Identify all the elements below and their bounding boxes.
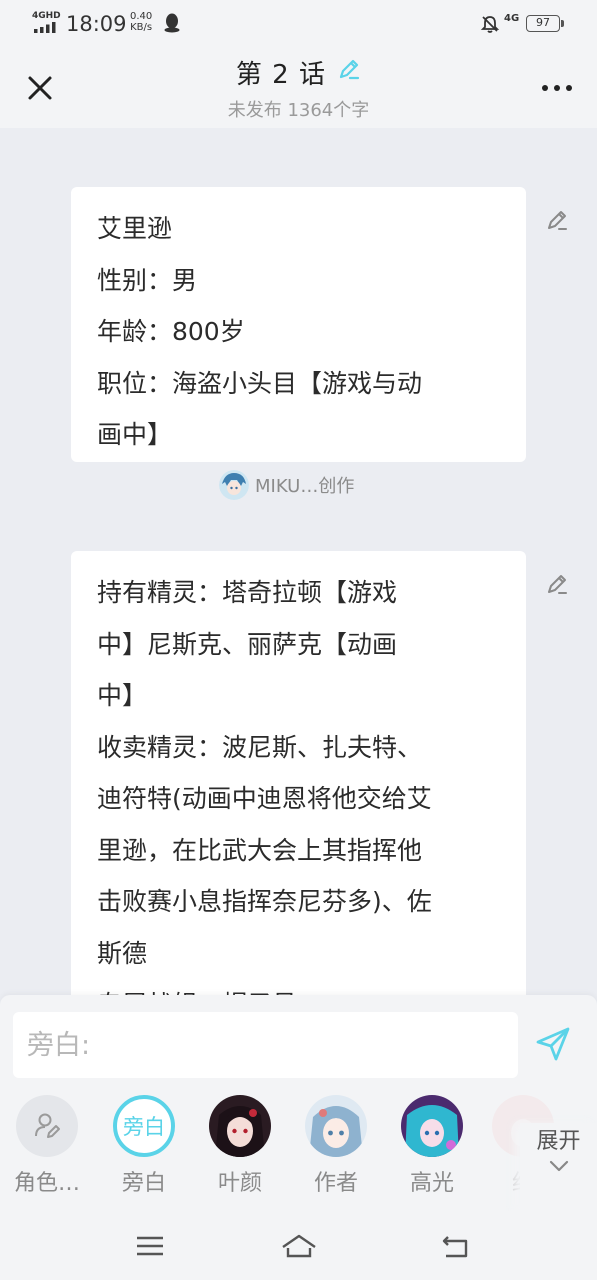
card-line: 职位：海盗小头目【游戏与动 (97, 368, 423, 398)
speed-unit: KB/s (130, 22, 153, 33)
page-subtitle: 未发布 1364个字 (227, 100, 370, 121)
role-author[interactable]: 作者 (291, 1095, 381, 1197)
bell-muted-icon (480, 16, 500, 33)
role-character[interactable]: 角色… (2, 1095, 92, 1197)
page-title: 第 2 话 (235, 60, 326, 90)
role-label: 高光 (409, 1171, 454, 1196)
more-icon[interactable] (538, 78, 578, 98)
role-yeyan[interactable]: 叶颜 (195, 1095, 285, 1197)
card-line: 中】 (97, 681, 148, 710)
chevron-down-icon (549, 1160, 568, 1172)
card-line: 斯德 (97, 938, 148, 968)
card-line: 持有精灵：塔奇拉顿【游戏 (97, 578, 398, 607)
card-line: 年龄：800岁 (97, 317, 245, 346)
card-line: 里逊，在比武大会上其指挥他 (97, 835, 423, 865)
edit-card-icon[interactable] (544, 571, 570, 597)
role-label: 角色… (13, 1171, 80, 1196)
character-edit-icon (35, 1113, 60, 1138)
card-line: 收卖精灵：波尼斯、扎夫特、 (97, 732, 423, 762)
role-avatar (401, 1095, 463, 1157)
input-panel: 角色… 旁白 旁白 叶颜 (0, 995, 597, 1213)
battery-level: 97 (536, 16, 550, 29)
role-label: 旁白 (121, 1171, 166, 1196)
edit-title-icon[interactable] (337, 57, 361, 81)
avatar (219, 470, 249, 500)
network-speed: 0.40 KB/s (130, 11, 152, 33)
card-line: 击败赛小息指挥奈尼芬多)、佐 (97, 887, 432, 916)
network-type: 4GHD (32, 11, 61, 21)
status-bar: 4GHD 18:09 0.40 KB/s 4G 97 (0, 0, 597, 48)
card-line: 画中】 (97, 420, 173, 449)
menu-icon[interactable] (133, 1231, 167, 1261)
header: 第 2 话 未发布 1364个字 (0, 48, 597, 128)
role-selector: 角色… 旁白 旁白 叶颜 作者 高光 展开 (0, 1095, 597, 1213)
role-avatar (16, 1095, 78, 1157)
back-icon[interactable] (438, 1231, 472, 1261)
send-icon[interactable] (534, 1025, 572, 1063)
card-line: 性别：男 (97, 265, 198, 295)
edit-card-icon[interactable] (544, 207, 570, 233)
card-line: 迪符特(动画中迪恩将他交给艾 (97, 784, 432, 813)
role-avatar (305, 1095, 367, 1157)
role-label: 叶颜 (217, 1171, 262, 1196)
story-card[interactable]: 持有精灵：塔奇拉顿【游戏 中】尼斯克、丽萨克【动画 中】 收卖精灵：波尼斯、扎夫… (71, 551, 526, 1011)
expand-label: 展开 (536, 1129, 581, 1154)
role-highlight[interactable]: 高光 (387, 1095, 477, 1197)
story-card[interactable]: 艾里逊 性别：男 年龄：800岁 职位：海盗小头目【游戏与动 画中】 (71, 187, 526, 462)
qq-penguin-icon (164, 13, 180, 33)
signal-icon (34, 22, 56, 33)
narration-input[interactable] (13, 1012, 518, 1078)
card-line: 艾里逊 (97, 214, 173, 243)
narration-badge: 旁白 (123, 1115, 165, 1139)
battery-icon: 97 (526, 15, 564, 32)
title-wrap: 第 2 话 (0, 54, 597, 91)
author-tag[interactable]: MIKU…创作 (219, 469, 354, 501)
speed-value: 0.40 (130, 11, 153, 22)
home-icon[interactable] (279, 1231, 319, 1261)
author-name: MIKU…创作 (255, 476, 355, 497)
role-avatar: 旁白 (113, 1095, 175, 1157)
system-nav-bar (0, 1211, 597, 1280)
expand-button[interactable]: 展开 (520, 1123, 597, 1213)
clock: 18:09 (66, 12, 127, 36)
role-avatar (209, 1095, 271, 1157)
mobile-data-indicator: 4G (504, 13, 520, 24)
role-narration[interactable]: 旁白 旁白 (99, 1095, 189, 1197)
card-line: 中】尼斯克、丽萨克【动画 (97, 629, 398, 659)
role-label: 作者 (313, 1171, 358, 1196)
